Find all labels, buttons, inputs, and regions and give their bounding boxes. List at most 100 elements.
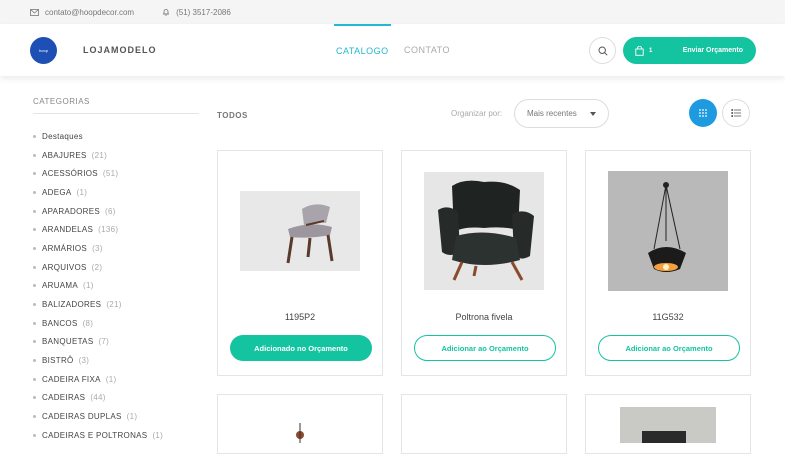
category-count: (1) [83, 281, 94, 291]
product-card[interactable] [401, 394, 567, 454]
grid-view-button[interactable] [689, 99, 717, 127]
category-label: BALIZADORES [42, 300, 102, 310]
category-count: (51) [102, 169, 119, 179]
search-button[interactable] [589, 37, 616, 64]
category-label: ACESSÓRIOS [42, 169, 98, 179]
product-image [296, 423, 304, 443]
product-card[interactable]: 1195P2 Adicionado no Orçamento [217, 150, 383, 376]
sort-select[interactable]: Mais recentes [514, 99, 609, 128]
category-count: (1) [152, 430, 164, 440]
search-icon [597, 45, 608, 56]
category-item[interactable]: ADEGA (1) [33, 183, 199, 202]
product-image [620, 407, 716, 443]
added-to-quote-button[interactable]: Adicionado no Orçamento [230, 335, 372, 361]
category-label: ABAJURES [42, 150, 87, 160]
product-card[interactable]: Poltrona fivela Adicionar ao Orçamento [401, 150, 567, 376]
nav-contato[interactable]: CONTATO [404, 24, 450, 76]
category-item[interactable]: BISTRÔ (3) [33, 351, 199, 370]
product-card[interactable] [585, 394, 751, 454]
category-item[interactable]: APARADORES (6) [33, 202, 199, 221]
product-card[interactable] [217, 394, 383, 454]
add-to-quote-button[interactable]: Adicionar ao Orçamento [598, 335, 740, 361]
category-label: CADEIRA FIXA [42, 374, 101, 384]
category-label: ARUAMA [42, 281, 79, 291]
store-logo[interactable]: hoop [30, 37, 57, 64]
category-sidebar: CATEGORIAS Destaques ABAJURES (21) ACESSÓ… [33, 97, 199, 445]
category-count: (3) [78, 356, 90, 366]
category-label: CADEIRAS [42, 393, 86, 403]
nav-catalogo[interactable]: CATALOGO [334, 24, 391, 76]
category-count: (8) [82, 318, 94, 328]
category-count: (44) [90, 393, 106, 403]
category-label: BISTRÔ [42, 356, 74, 366]
category-item[interactable]: ARMÁRIOS (3) [33, 239, 199, 258]
category-item[interactable]: BANQUETAS (7) [33, 333, 199, 352]
send-quote-button[interactable]: 1 Enviar Orçamento [623, 37, 756, 64]
category-label: CADEIRAS DUPLAS [42, 412, 122, 422]
category-label: ARMÁRIOS [42, 243, 88, 253]
category-label: Destaques [42, 131, 83, 141]
sort-label: Organizar por: [451, 109, 503, 118]
product-name[interactable]: Poltrona fivela [402, 312, 566, 322]
categories-title: CATEGORIAS [33, 97, 199, 114]
sort-value: Mais recentes [527, 109, 577, 118]
category-item[interactable]: BALIZADORES (21) [33, 295, 199, 314]
chevron-down-icon [590, 112, 596, 116]
shopping-bag-icon [635, 45, 644, 56]
category-list: Destaques ABAJURES (21) ACESSÓRIOS (51) AD… [33, 127, 199, 445]
category-item[interactable]: ARANDELAS (136) [33, 220, 199, 239]
product-image[interactable] [586, 151, 750, 311]
category-count: (2) [91, 262, 103, 272]
phone-contact[interactable]: (51) 3517-2086 [162, 8, 231, 17]
category-item[interactable]: BANCOS (8) [33, 314, 199, 333]
category-label: APARADORES [42, 206, 100, 216]
category-item[interactable]: ARUAMA (1) [33, 277, 199, 296]
product-image[interactable] [402, 151, 566, 311]
logo-text: hoop [39, 48, 48, 53]
category-label: CADEIRAS E POLTRONAS [42, 430, 148, 440]
list-icon [730, 108, 741, 118]
brand-name[interactable]: LOJAMODELO [83, 45, 157, 55]
category-label: ADEGA [42, 187, 72, 197]
category-item[interactable]: ARQUIVOS (2) [33, 258, 199, 277]
category-count: (21) [106, 300, 122, 310]
section-title: TODOS [217, 111, 248, 120]
quote-count-badge: 1 [649, 47, 653, 54]
email-text: contato@hoopdecor.com [45, 7, 135, 17]
category-count: (21) [91, 150, 108, 160]
category-count: (3) [92, 243, 103, 253]
category-count: (6) [104, 206, 116, 216]
product-image[interactable] [218, 151, 382, 311]
grid-icon [699, 109, 707, 117]
email-contact[interactable]: contato@hoopdecor.com [30, 8, 134, 17]
category-count: (136) [98, 225, 119, 235]
add-to-quote-button[interactable]: Adicionar ao Orçamento [414, 335, 556, 361]
category-count: (1) [126, 412, 138, 422]
phone-text: (51) 3517-2086 [176, 7, 231, 17]
category-count: (7) [98, 337, 110, 347]
category-count: (1) [76, 187, 88, 197]
category-label: BANQUETAS [42, 337, 94, 347]
category-count: (1) [105, 374, 117, 384]
category-label: BANCOS [42, 318, 78, 328]
category-label: ARANDELAS [42, 225, 94, 235]
product-card[interactable]: 11G532 Adicionar ao Orçamento [585, 150, 751, 376]
armchair-image [424, 172, 544, 290]
product-name[interactable]: 11G532 [586, 312, 750, 322]
product-name[interactable]: 1195P2 [218, 312, 382, 322]
category-item[interactable]: ACESSÓRIOS (51) [33, 164, 199, 183]
category-item[interactable]: CADEIRAS E POLTRONAS (1) [33, 426, 199, 445]
category-label: ARQUIVOS [42, 262, 87, 272]
category-item[interactable]: ABAJURES (21) [33, 146, 199, 165]
site-header: hoop LOJAMODELO CATALOGO CONTATO 1 Envia… [0, 24, 785, 76]
pendant-lamp-image [608, 171, 728, 291]
list-view-button[interactable] [722, 99, 750, 127]
mail-icon [30, 8, 39, 16]
chair-image [240, 191, 360, 271]
category-item[interactable]: CADEIRA FIXA (1) [33, 370, 199, 389]
top-contact-bar: contato@hoopdecor.com (51) 3517-2086 [0, 0, 785, 24]
category-item[interactable]: Destaques [33, 127, 199, 146]
send-quote-label: Enviar Orçamento [682, 47, 743, 54]
category-item[interactable]: CADEIRAS DUPLAS (1) [33, 407, 199, 426]
category-item[interactable]: CADEIRAS (44) [33, 389, 199, 408]
